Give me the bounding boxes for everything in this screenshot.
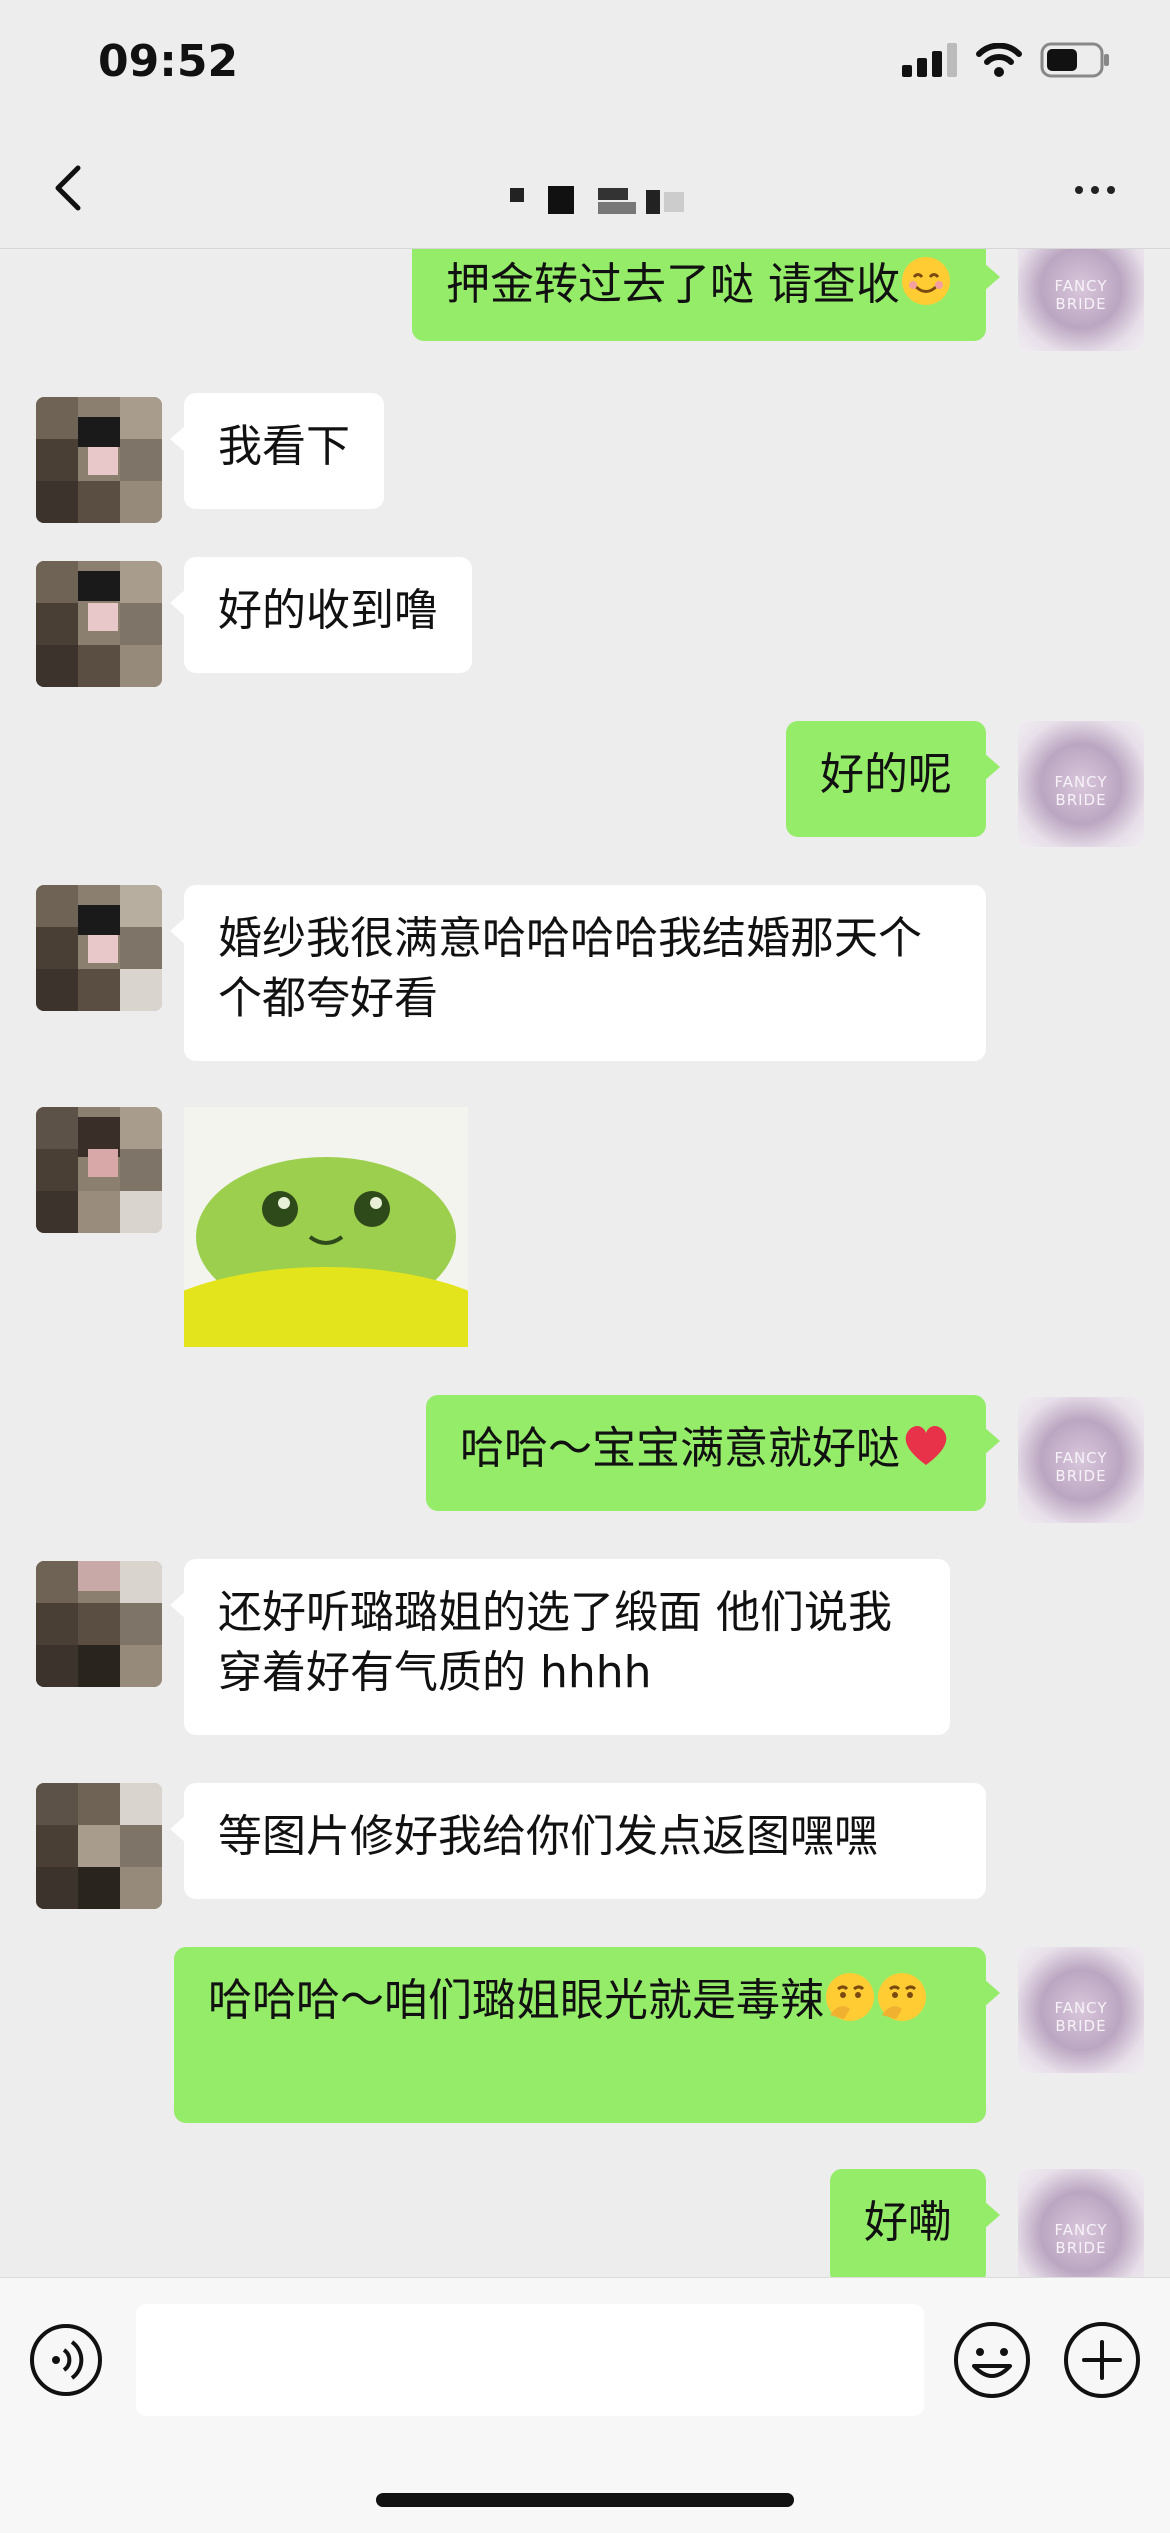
- my-avatar[interactable]: FANCY BRIDE: [1018, 1947, 1144, 2073]
- thinking-face-emoji-icon: [826, 1973, 874, 2021]
- my-avatar[interactable]: FANCY BRIDE: [1018, 1397, 1144, 1523]
- emoji-icon[interactable]: [952, 2320, 1032, 2400]
- my-avatar[interactable]: FANCY BRIDE: [1018, 2169, 1144, 2277]
- message-text: 押金转过去了哒 请查收: [446, 259, 900, 310]
- message-bubble-sent[interactable]: 好的呢: [786, 721, 1000, 837]
- green-frog-sticker-icon[interactable]: [184, 1107, 468, 1347]
- voice-icon[interactable]: [28, 2322, 104, 2398]
- message-bubble-received[interactable]: 等图片修好我给你们发点返图嘿嘿: [170, 1783, 986, 1899]
- ellipsis-dot: [1091, 186, 1099, 194]
- status-bar: 09:52: [0, 0, 1170, 130]
- contact-avatar[interactable]: [36, 885, 162, 1011]
- avatar-brand-text: FANCY BRIDE: [1054, 1449, 1108, 1485]
- message-text: 还好听璐璐姐的选了缎面 他们说我穿着好有气质的 hhhh: [218, 1587, 892, 1698]
- more-options-button[interactable]: [1060, 160, 1130, 220]
- message-text: 好的收到噜: [218, 585, 438, 636]
- avatar-brand-text: FANCY BRIDE: [1054, 1999, 1108, 2035]
- thinking-face-emoji-icon: [878, 1973, 926, 2021]
- contact-avatar[interactable]: [36, 1561, 162, 1687]
- message-text: 哈哈～宝宝满意就好哒: [460, 1423, 900, 1474]
- my-avatar[interactable]: FANCY BRIDE: [1018, 721, 1144, 847]
- my-avatar[interactable]: FANCY BRIDE: [1018, 249, 1144, 351]
- contact-avatar[interactable]: [36, 1783, 162, 1909]
- message-input[interactable]: [136, 2304, 924, 2416]
- message-text: 好的呢: [820, 749, 952, 800]
- status-icons: [902, 42, 1112, 78]
- contact-avatar[interactable]: [36, 397, 162, 523]
- contact-avatar[interactable]: [36, 561, 162, 687]
- message-text: 好嘞: [864, 2197, 952, 2248]
- message-bubble-received[interactable]: 婚纱我很满意哈哈哈哈我结婚那天个个都夸好看: [170, 885, 986, 1061]
- battery-icon: [1040, 42, 1109, 78]
- contact-avatar[interactable]: [36, 1107, 162, 1233]
- message-bubble-sent[interactable]: 押金转过去了哒 请查收: [412, 249, 1000, 341]
- ellipsis-icon: [1075, 186, 1083, 194]
- message-text: 我看下: [218, 421, 350, 472]
- home-indicator[interactable]: [376, 2493, 794, 2507]
- message-bubble-received[interactable]: 我看下: [170, 393, 384, 509]
- avatar-brand-text: FANCY BRIDE: [1054, 277, 1108, 313]
- smiling-face-emoji-icon: [902, 257, 950, 305]
- cellular-signal-icon: [902, 43, 957, 77]
- message-bubble-sent[interactable]: 哈哈～宝宝满意就好哒: [426, 1395, 1000, 1511]
- ellipsis-dot: [1107, 186, 1115, 194]
- wifi-icon: [976, 43, 1022, 77]
- red-heart-emoji-icon: [905, 1426, 947, 1465]
- avatar-brand-text: FANCY BRIDE: [1054, 773, 1108, 809]
- chevron-left-icon[interactable]: [40, 158, 100, 218]
- message-bubble-received[interactable]: 还好听璐璐姐的选了缎面 他们说我穿着好有气质的 hhhh: [170, 1559, 950, 1735]
- message-list[interactable]: FANCY BRIDE 押金转过去了哒 请查收 我看下 好的收到噜 FANCY …: [0, 249, 1170, 2277]
- message-bubble-sent[interactable]: 哈哈哈～咱们璐姐眼光就是毒辣: [174, 1947, 1000, 2123]
- message-bubble-sent[interactable]: 好嘞: [830, 2169, 1000, 2277]
- message-text: 等图片修好我给你们发点返图嘿嘿: [218, 1811, 878, 1862]
- message-bubble-received[interactable]: 好的收到噜: [170, 557, 472, 673]
- status-time: 09:52: [98, 36, 239, 87]
- message-text: 哈哈哈～咱们璐姐眼光就是毒辣: [208, 1975, 824, 2026]
- plus-icon[interactable]: [1062, 2320, 1142, 2400]
- chat-title-redacted: [510, 186, 684, 214]
- chat-header: [0, 130, 1170, 249]
- message-text: 婚纱我很满意哈哈哈哈我结婚那天个个都夸好看: [218, 913, 922, 1024]
- avatar-brand-text: FANCY BRIDE: [1054, 2221, 1108, 2257]
